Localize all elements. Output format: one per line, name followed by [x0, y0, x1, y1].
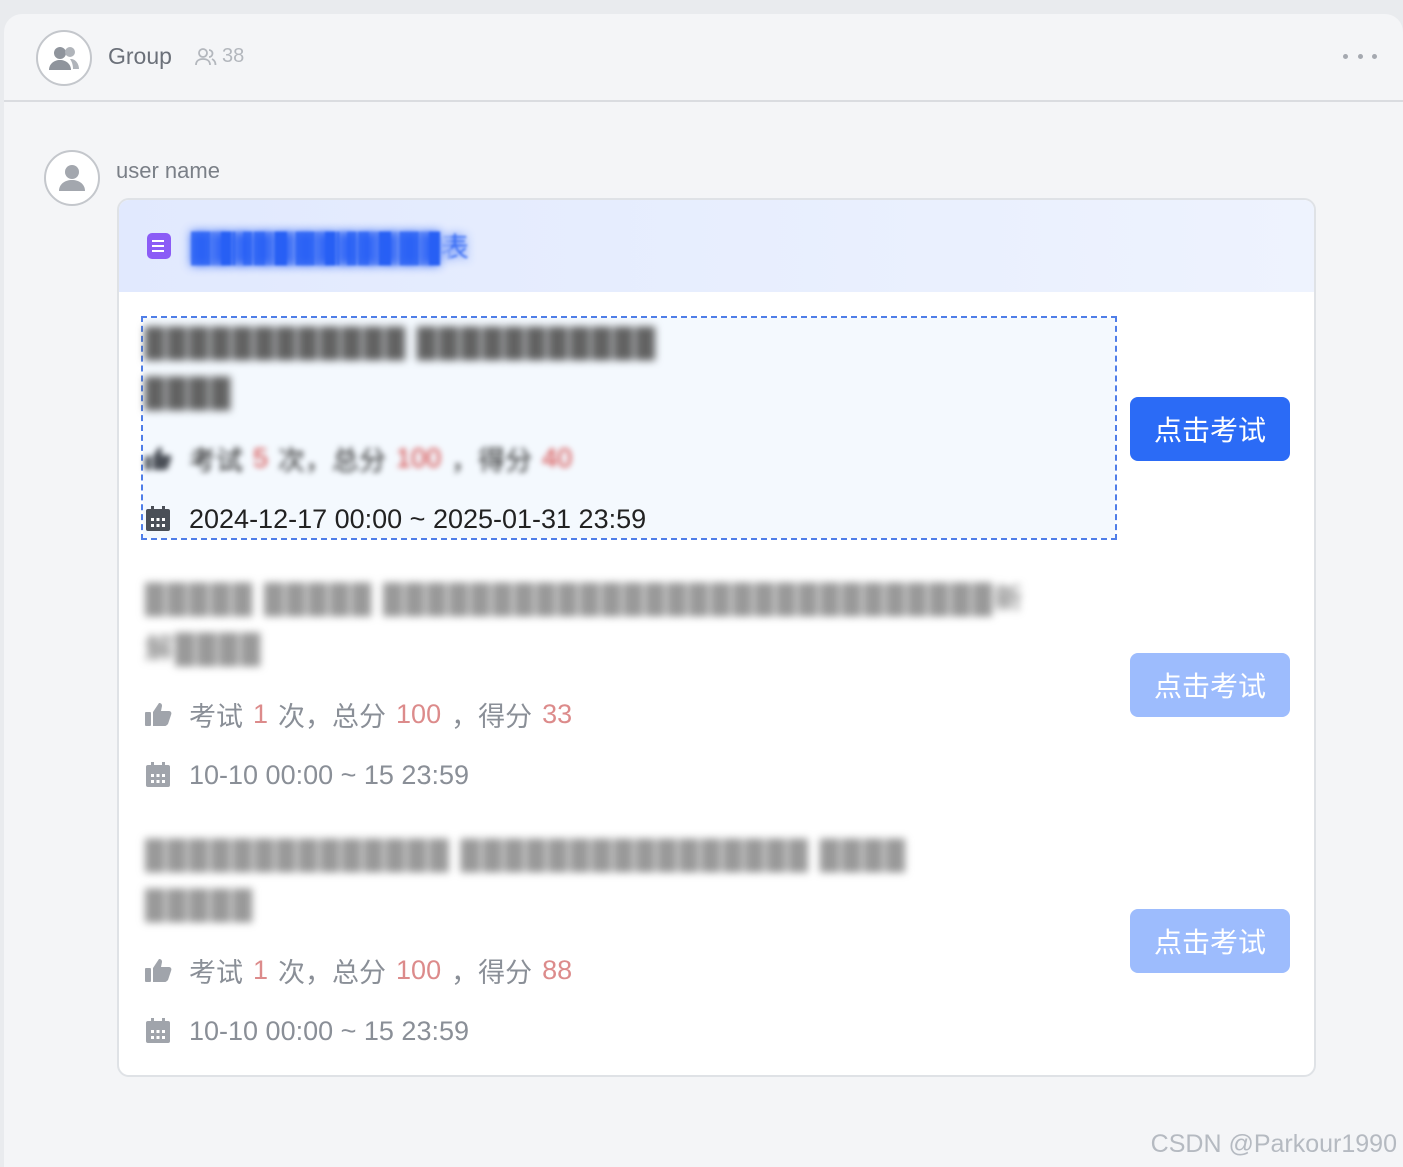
exam-card: ████████████表 ████████████ ███████████ █…	[117, 198, 1316, 1077]
group-users-icon	[49, 47, 79, 70]
thumbs-up-icon	[143, 699, 173, 729]
card-title: ████████████表	[191, 226, 470, 266]
exam-stats: 考试 1 次，总分 100 ，得分 33	[143, 694, 582, 734]
total-label: 次，总分	[278, 701, 387, 732]
exam-count-label: 考试	[189, 701, 243, 732]
exam-subtitle: 解████	[145, 633, 263, 664]
group-avatar[interactable]	[36, 30, 92, 86]
start-exam-button[interactable]: 点击考试	[1130, 909, 1290, 973]
total-label: 次，总分	[278, 957, 387, 988]
exam-name: █████ █████ ████████████████████████████…	[145, 583, 1025, 614]
thumbs-up-icon	[143, 955, 173, 985]
member-count: 38	[194, 45, 244, 68]
thumbs-up-icon	[143, 443, 173, 473]
exam-count-label: 考试	[189, 957, 243, 988]
exam-name: ████████████ ███████████	[145, 327, 658, 358]
exam-item[interactable]: ████████████ ███████████ ████ 考试 5 次，总分 …	[141, 316, 1117, 540]
total-label: 次，总分	[278, 445, 387, 476]
exam-name: ██████████████ ████████████████ ████	[145, 839, 908, 870]
attempts-value: 1	[253, 954, 269, 985]
sender-name: user name	[116, 158, 220, 183]
calendar-icon	[143, 760, 173, 790]
chat-header: Group 38	[4, 14, 1403, 102]
member-count-value: 38	[222, 45, 245, 67]
exam-period: 10-10 00:00 ~ 15 23:59	[143, 755, 469, 795]
calendar-icon	[143, 1016, 173, 1046]
total-value: 100	[396, 442, 442, 473]
exam-count-label: 考试	[189, 445, 243, 476]
more-options-icon[interactable]	[1343, 44, 1377, 68]
score-label: ，得分	[451, 445, 533, 476]
start-exam-button[interactable]: 点击考试	[1130, 653, 1290, 717]
user-icon	[59, 165, 85, 191]
chat-window: Group 38 user name ████████████表 ███████…	[4, 14, 1403, 1167]
attempts-value: 1	[253, 698, 269, 729]
exam-period: 2024-12-17 00:00 ~ 2025-01-31 23:59	[143, 499, 646, 539]
score-label: ，得分	[451, 701, 533, 732]
watermark: CSDN @Parkour1990	[1150, 1130, 1397, 1158]
exam-subtitle: █████	[145, 889, 255, 920]
period-value: 10-10 00:00 ~ 15 23:59	[189, 1015, 469, 1046]
period-value: 2024-12-17 00:00 ~ 2025-01-31 23:59	[189, 503, 647, 534]
members-icon	[195, 47, 217, 65]
exam-subtitle: ████	[145, 377, 233, 408]
total-value: 100	[396, 698, 442, 729]
group-name: Group	[108, 43, 172, 69]
card-header: ████████████表	[119, 200, 1314, 292]
total-value: 100	[396, 954, 442, 985]
exam-period: 10-10 00:00 ~ 15 23:59	[143, 1011, 469, 1051]
start-exam-button[interactable]: 点击考试	[1130, 397, 1290, 461]
sender-avatar[interactable]	[44, 150, 100, 206]
score-label: ，得分	[451, 957, 533, 988]
exam-stats: 考试 5 次，总分 100 ，得分 40	[143, 438, 582, 478]
document-list-icon	[147, 233, 171, 259]
score-value: 88	[542, 954, 573, 985]
calendar-icon	[143, 504, 173, 534]
exam-stats: 考试 1 次，总分 100 ，得分 88	[143, 950, 582, 990]
exam-item[interactable]: █████ █████ ████████████████████████████…	[143, 574, 1115, 794]
period-value: 10-10 00:00 ~ 15 23:59	[189, 759, 469, 790]
exam-item[interactable]: ██████████████ ████████████████ ████ ███…	[143, 830, 1115, 1050]
score-value: 40	[542, 442, 573, 473]
score-value: 33	[542, 698, 573, 729]
attempts-value: 5	[253, 442, 269, 473]
